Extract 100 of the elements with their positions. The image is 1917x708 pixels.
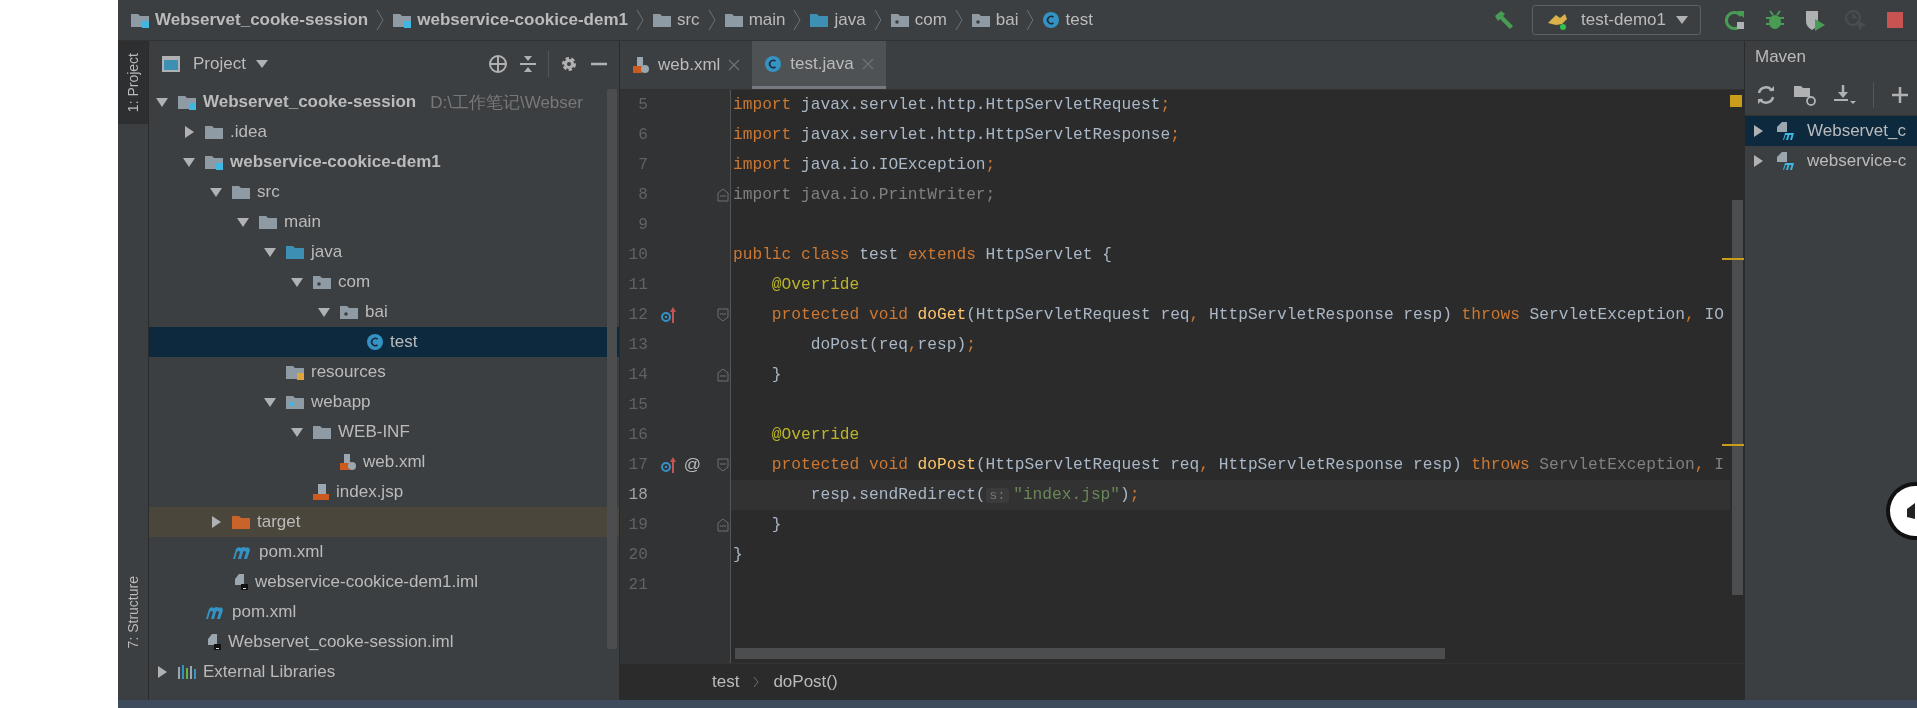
reload-icon[interactable] — [1755, 84, 1777, 106]
tree-item[interactable]: webapp — [149, 387, 619, 417]
chevron-icon — [1026, 9, 1035, 31]
breadcrumb-item[interactable]: test — [712, 672, 740, 692]
resources-folder-icon — [285, 363, 305, 381]
tree-item[interactable]: main — [149, 207, 619, 237]
tree-item[interactable]: bai — [149, 297, 619, 327]
floating-round-icon[interactable] — [1883, 481, 1917, 541]
module-folder-icon — [204, 153, 224, 171]
code-line: } — [770, 366, 782, 384]
source-folder-icon — [809, 11, 830, 29]
bug-icon[interactable] — [1763, 8, 1787, 32]
xml-file-icon — [339, 453, 357, 471]
scrollbar[interactable] — [1732, 200, 1743, 595]
folder-icon — [231, 183, 251, 201]
tree-item[interactable]: pom.xml — [149, 537, 619, 567]
warning-marker[interactable] — [1730, 95, 1742, 107]
tree-item[interactable]: webservice-cookice-dem1.iml — [149, 567, 619, 597]
tree-item[interactable]: External Libraries — [149, 657, 619, 687]
tool-window-tab[interactable]: 1: Project — [118, 41, 148, 125]
tree-item[interactable]: Webservet_c — [1745, 116, 1917, 146]
expanded-arrow-icon[interactable] — [236, 215, 250, 229]
collapsed-arrow-icon[interactable] — [1751, 124, 1765, 138]
override-icon[interactable] — [659, 306, 678, 324]
run-configuration-dropdown[interactable]: test-demo1 — [1531, 5, 1701, 35]
folder-icon — [258, 213, 278, 231]
breadcrumb-item[interactable]: src — [676, 10, 700, 30]
tree-item[interactable]: Webservet_cooke-session.iml — [149, 627, 619, 657]
download-icon[interactable] — [1833, 84, 1857, 106]
breadcrumb-item[interactable]: main — [748, 10, 786, 30]
class-icon — [1042, 11, 1061, 29]
add-icon[interactable] — [1890, 85, 1910, 105]
collapsed-arrow-icon[interactable] — [1751, 154, 1765, 168]
breadcrumb-item[interactable]: doPost() — [773, 672, 838, 692]
class-icon — [764, 54, 783, 73]
rerun-icon[interactable] — [1723, 8, 1747, 32]
expanded-arrow-icon[interactable] — [317, 305, 331, 319]
chevron-icon — [376, 9, 385, 31]
tool-window-tab[interactable]: 7: Structure — [118, 563, 148, 660]
tree-item[interactable]: webservice-cookice-dem1 — [149, 147, 619, 177]
library-icon — [177, 663, 197, 681]
breadcrumb-item[interactable]: bai — [995, 10, 1019, 30]
tree-item[interactable]: index.jsp — [149, 477, 619, 507]
package-folder-icon — [312, 273, 332, 291]
tree-item[interactable]: webservice-c — [1745, 146, 1917, 176]
chevron-icon — [753, 676, 760, 688]
expanded-arrow-icon[interactable] — [290, 275, 304, 289]
expanded-arrow-icon[interactable] — [155, 95, 169, 109]
collapsed-arrow-icon[interactable] — [209, 515, 223, 529]
code-line: import java.io.PrintWriter; — [733, 186, 996, 204]
breadcrumb-item[interactable]: java — [834, 10, 866, 30]
editor-tab[interactable]: web.xml — [620, 41, 753, 89]
tree-item[interactable]: web.xml — [149, 447, 619, 477]
tree-item[interactable]: target — [149, 507, 619, 537]
module-folder-icon — [177, 93, 197, 111]
chevron-icon — [635, 9, 644, 31]
breadcrumb-item[interactable]: Webservet_cooke-session — [155, 10, 369, 30]
collapsed-arrow-icon[interactable] — [182, 125, 196, 139]
expanded-arrow-icon[interactable] — [263, 395, 277, 409]
collapsed-arrow-icon[interactable] — [155, 665, 169, 679]
panel-title: Maven — [1754, 46, 1808, 68]
code-line: import java.io.IOException; — [733, 156, 996, 174]
code-line: import javax.servlet.http.HttpServletResponse; — [733, 126, 1180, 144]
breadcrumb-item[interactable]: test — [1065, 10, 1093, 30]
expanded-arrow-icon[interactable] — [182, 155, 196, 169]
code-line: resp.sendRedirect( s: "index.jsp"); — [809, 486, 1140, 504]
tree-item[interactable]: Webservet_cooke-session D:\工作笔记\Webser — [149, 87, 619, 117]
locate-icon[interactable] — [488, 54, 508, 74]
class-icon — [366, 333, 384, 351]
tree-item[interactable]: WEB-INF — [149, 417, 619, 447]
collapse-all-icon[interactable] — [518, 54, 538, 74]
expanded-arrow-icon[interactable] — [263, 245, 277, 259]
folder-reload-icon[interactable] — [1793, 84, 1817, 106]
tree-item[interactable]: com — [149, 267, 619, 297]
panel-title[interactable]: Project — [193, 54, 246, 74]
shield-run-icon[interactable] — [1803, 8, 1827, 32]
breadcrumb-item[interactable]: com — [914, 10, 947, 30]
expanded-arrow-icon[interactable] — [290, 425, 304, 439]
module-folder-icon — [130, 11, 150, 29]
tree-item[interactable]: .idea — [149, 117, 619, 147]
tree-item[interactable]: resources — [149, 357, 619, 387]
path-hint: D:\工作笔记\Webser — [430, 91, 583, 114]
code-line: public class test extends HttpServlet { — [733, 246, 1112, 264]
expanded-arrow-icon[interactable] — [209, 185, 223, 199]
settings-icon[interactable] — [559, 54, 579, 74]
tree-item[interactable]: test — [149, 327, 619, 357]
tree-item[interactable]: pom.xml — [149, 597, 619, 627]
chevron-icon — [707, 9, 716, 31]
breadcrumb-item[interactable]: webservice-cookice-dem1 — [417, 10, 628, 30]
caret-icon[interactable] — [255, 60, 268, 68]
package-folder-icon — [970, 11, 991, 29]
scrollbar[interactable] — [607, 89, 617, 649]
override-icon[interactable] — [659, 456, 678, 474]
scrollbar[interactable] — [735, 648, 1445, 659]
chevron-icon — [873, 9, 882, 31]
editor-tab[interactable]: test.java — [752, 41, 886, 89]
folder-icon — [723, 11, 744, 29]
tree-item[interactable]: java — [149, 237, 619, 267]
tree-item[interactable]: src — [149, 177, 619, 207]
gutter-mark[interactable]: @ — [683, 455, 701, 475]
